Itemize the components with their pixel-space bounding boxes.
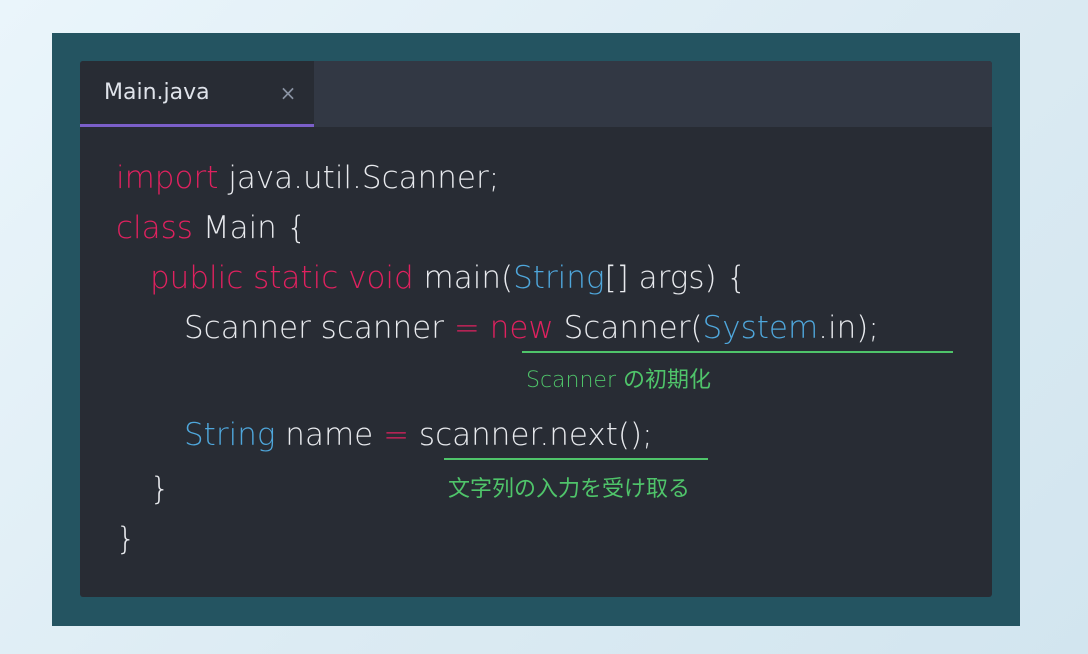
- code-line-7: }: [116, 519, 136, 559]
- system-in: .in);: [818, 310, 879, 346]
- code-line-6: }: [150, 469, 170, 509]
- import-statement: java.util.Scanner;: [218, 160, 500, 196]
- keyword-import: import: [116, 160, 219, 196]
- name-variable: name: [275, 417, 384, 453]
- type-string: String: [513, 260, 605, 296]
- keyword-new: new: [489, 310, 554, 346]
- code-editor: Main.java × import java.util.Scanner; cl…: [80, 61, 992, 597]
- code-area[interactable]: import java.util.Scanner; class Main { p…: [80, 61, 992, 597]
- method-name: main(: [413, 260, 514, 296]
- closing-brace: }: [150, 471, 170, 507]
- closing-brace: }: [116, 521, 136, 557]
- assign-operator: =: [453, 310, 480, 346]
- read-string-underline: [444, 458, 708, 460]
- keyword-class: class: [116, 210, 193, 246]
- type-system: System: [702, 310, 819, 346]
- scanner-init-underline: [522, 351, 953, 353]
- code-line-1: import java.util.Scanner;: [116, 158, 499, 198]
- code-line-4: Scanner scanner = new Scanner(System.in)…: [184, 308, 879, 348]
- annotation-scanner-init: Scanner の初期化: [526, 368, 712, 393]
- scanner-constructor: Scanner(: [553, 310, 703, 346]
- scanner-next-call: scanner.next();: [409, 417, 653, 453]
- type-string: String: [184, 417, 276, 453]
- code-line-3: public static void main(String[] args) {: [150, 258, 746, 298]
- code-line-2: class Main {: [116, 208, 306, 248]
- method-params: [] args) {: [604, 260, 747, 296]
- code-line-5: String name = scanner.next();: [184, 415, 653, 455]
- outer-frame: Main.java × import java.util.Scanner; cl…: [52, 33, 1020, 626]
- scanner-declaration: Scanner scanner: [184, 310, 454, 346]
- assign-operator: =: [383, 417, 410, 453]
- method-modifiers: public static void: [150, 260, 414, 296]
- annotation-read-string: 文字列の入力を受け取る: [448, 477, 691, 502]
- class-declaration: Main {: [192, 210, 307, 246]
